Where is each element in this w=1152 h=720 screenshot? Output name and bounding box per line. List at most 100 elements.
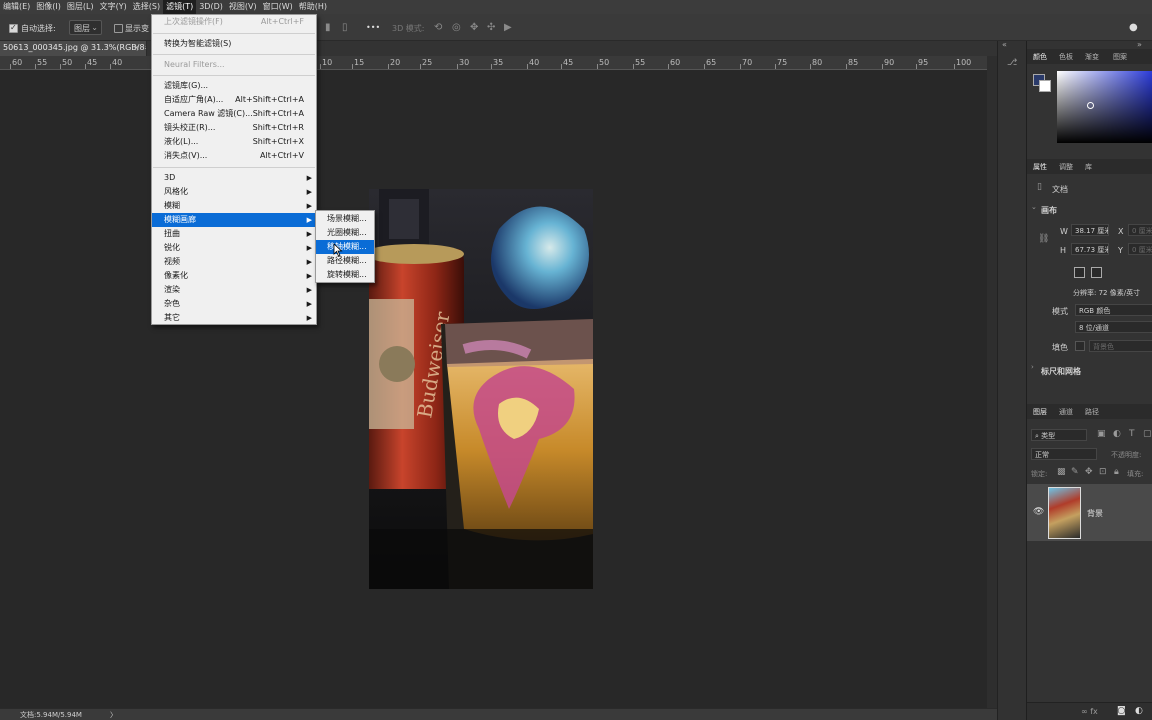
menu-item-filter-2[interactable]: Camera Raw 滤镜(C)... Shift+Ctrl+A (152, 107, 316, 121)
blend-mode-dropdown[interactable]: 正常 (1031, 448, 1097, 460)
panel-tab-0[interactable]: 颜色 (1033, 52, 1047, 62)
adjustment-icon[interactable]: ◐ (1135, 706, 1143, 716)
width-field[interactable]: 38.17 厘米 (1071, 224, 1109, 236)
menu-item-submenu-4[interactable]: 扭曲 ▶ (152, 227, 316, 241)
link-fx-icons[interactable]: ∞ fx (1081, 707, 1098, 716)
color-picker-handle[interactable] (1087, 102, 1094, 109)
type-filter-icon[interactable]: T (1129, 429, 1135, 439)
adjustment-filter-icon[interactable]: ◐ (1113, 429, 1121, 439)
fill-dropdown[interactable]: 背景色 (1089, 340, 1152, 352)
height-field[interactable]: 67.73 厘米 (1071, 243, 1109, 255)
menu-9[interactable]: 帮助(H) (296, 0, 330, 14)
menu-item-convert-smart[interactable]: 转换为智能滤镜(S) (152, 37, 316, 51)
layer-row[interactable]: 👁︎ 背景 (1027, 484, 1152, 541)
panel-tab-3[interactable]: 图案 (1113, 52, 1127, 62)
panel-tab-1[interactable]: 通道 (1059, 407, 1073, 417)
auto-select-checkbox[interactable] (9, 23, 18, 33)
menu-item-filter-4[interactable]: 液化(L)... Shift+Ctrl+X (152, 135, 316, 149)
chevron-right-icon[interactable]: › (1031, 363, 1034, 371)
drag-icon[interactable]: ✥ (470, 22, 478, 33)
history-icon[interactable]: ⎇ (1007, 58, 1017, 68)
menu-7[interactable]: 视图(V) (226, 0, 260, 14)
submenu-item-0[interactable]: 场景模糊... (316, 212, 374, 226)
image-filter-icon[interactable]: ▣ (1097, 429, 1106, 439)
menu-item-filter-3[interactable]: 镜头校正(R)... Shift+Ctrl+R (152, 121, 316, 135)
menu-2[interactable]: 图层(L) (64, 0, 97, 14)
panel-tab-2[interactable]: 库 (1085, 162, 1092, 172)
document-tab[interactable]: 50613_000345.jpg @ 31.3%(RGB/8#) × (0, 41, 147, 56)
show-transform-checkbox[interactable] (114, 24, 123, 33)
orbit-icon[interactable]: ⟲ (434, 22, 442, 33)
vertical-scrollbar[interactable] (987, 56, 997, 708)
menu-5[interactable]: 滤镜(T) (163, 0, 197, 14)
distribute-icon[interactable]: ▯ (342, 22, 348, 33)
link-icon[interactable]: ⛓ (1038, 234, 1049, 244)
menu-item-submenu-8[interactable]: 渲染 ▶ (152, 283, 316, 297)
menu-4[interactable]: 选择(S) (130, 0, 163, 14)
eye-icon[interactable]: 👁︎ (1033, 507, 1044, 517)
submenu-item-3[interactable]: 路径模糊... (316, 254, 374, 268)
menu-item-label: 模糊画廊 (164, 215, 196, 224)
camera-icon[interactable]: ▶ (504, 22, 512, 33)
mode-dropdown[interactable]: RGB 颜色 (1075, 304, 1152, 316)
panel-tab-1[interactable]: 调整 (1059, 162, 1073, 172)
chevron-down-icon[interactable]: ⌄ (1031, 203, 1037, 211)
panel-tab-0[interactable]: 属性 (1033, 162, 1047, 172)
menu-item-submenu-2[interactable]: 模糊 ▶ (152, 199, 316, 213)
menu-item-filter-1[interactable]: 自适应广角(A)... Alt+Shift+Ctrl+A (152, 93, 316, 107)
shape-filter-icon[interactable]: ▢ (1143, 429, 1152, 439)
menu-item-submenu-3[interactable]: 模糊画廊 ▶ (152, 213, 316, 227)
menu-item-submenu-0[interactable]: 3D ▶ (152, 171, 316, 185)
menu-8[interactable]: 窗口(W) (260, 0, 296, 14)
background-color-swatch[interactable] (1039, 80, 1051, 92)
lock-icon[interactable]: 🔒︎ (1114, 467, 1119, 477)
panel-tab-1[interactable]: 色板 (1059, 52, 1073, 62)
menu-item-submenu-10[interactable]: 其它 ▶ (152, 311, 316, 325)
expand-icon[interactable]: » (1137, 40, 1142, 49)
more-options-button[interactable]: ••• (366, 23, 380, 32)
menu-item-submenu-5[interactable]: 锐化 ▶ (152, 241, 316, 255)
auto-select-value: 图层 (74, 24, 90, 33)
brush-lock-icon[interactable]: ✎ (1071, 467, 1079, 477)
slide-icon[interactable]: ✣ (487, 22, 495, 33)
user-icon[interactable]: ● (1129, 22, 1138, 33)
panel-tab-2[interactable]: 路径 (1085, 407, 1099, 417)
fill-swatch[interactable] (1075, 341, 1085, 351)
menu-item-submenu-7[interactable]: 像素化 ▶ (152, 269, 316, 283)
filter-menu: 上次滤镜操作(F) Alt+Ctrl+F 转换为智能滤镜(S) Neural F… (151, 14, 317, 325)
panel-tab-2[interactable]: 渐变 (1085, 52, 1099, 62)
submenu-item-2[interactable]: 移轴模糊... (316, 240, 374, 254)
artboard-lock-icon[interactable]: ⊡ (1099, 467, 1107, 477)
portrait-icon[interactable] (1074, 267, 1085, 278)
menu-item-submenu-9[interactable]: 杂色 ▶ (152, 297, 316, 311)
menu-item-submenu-6[interactable]: 视频 ▶ (152, 255, 316, 269)
y-field[interactable]: 0 厘米 (1128, 243, 1152, 255)
bit-depth-dropdown[interactable]: 8 位/通道 (1075, 321, 1152, 333)
menu-item-shortcut: Shift+Ctrl+A (252, 109, 304, 118)
roll-icon[interactable]: ◎ (452, 22, 461, 33)
color-picker-field[interactable] (1057, 71, 1152, 143)
auto-select-dropdown[interactable]: 图层 ⌄ (69, 20, 102, 35)
collapse-icon[interactable]: « (1002, 40, 1007, 49)
align-left-icon[interactable]: ▮ (325, 22, 331, 33)
menu-item-shortcut: Shift+Ctrl+R (252, 123, 304, 132)
menu-item-filter-5[interactable]: 消失点(V)... Alt+Ctrl+V (152, 149, 316, 163)
panel-tab-0[interactable]: 图层 (1033, 407, 1047, 417)
close-icon[interactable]: × (133, 43, 140, 52)
submenu-item-1[interactable]: 光圈模糊... (316, 226, 374, 240)
menu-6[interactable]: 3D(D) (196, 0, 226, 14)
landscape-icon[interactable] (1091, 267, 1102, 278)
mask-icon[interactable]: ◙ (1117, 706, 1126, 716)
menu-item-filter-0[interactable]: 滤镜库(G)... (152, 79, 316, 93)
menu-3[interactable]: 文字(Y) (97, 0, 130, 14)
move-lock-icon[interactable]: ✥ (1085, 467, 1093, 477)
y-label: Y (1118, 246, 1123, 255)
menu-1[interactable]: 图像(I) (33, 0, 64, 14)
x-field[interactable]: 0 厘米 (1128, 224, 1152, 236)
menu-item-submenu-1[interactable]: 风格化 ▶ (152, 185, 316, 199)
lock-pixels-icon[interactable]: ▩ (1057, 467, 1066, 477)
submenu-item-4[interactable]: 旋转模糊... (316, 268, 374, 282)
status-arrow-button[interactable]: 〉 (110, 710, 117, 720)
menu-0[interactable]: 编辑(E) (0, 0, 33, 14)
layer-kind-filter[interactable]: ⌕ 类型 (1031, 429, 1087, 441)
